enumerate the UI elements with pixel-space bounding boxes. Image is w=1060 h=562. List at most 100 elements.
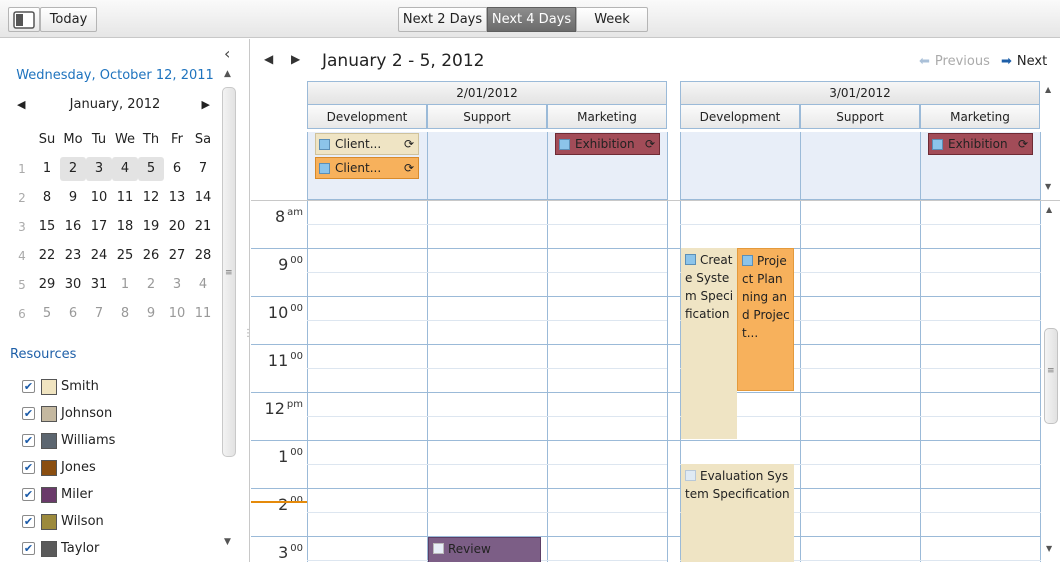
calendar-day[interactable]: 12 (138, 186, 164, 210)
scroll-down-icon[interactable]: ▼ (1045, 182, 1051, 191)
all-day-cell[interactable] (427, 132, 547, 200)
hour-line (251, 248, 1041, 249)
all-day-event[interactable]: Client... ⟳ (315, 157, 419, 179)
calendar-day[interactable]: 22 (34, 244, 60, 268)
calendar-day[interactable]: 6 (60, 302, 86, 326)
next-range-icon[interactable]: ▶ (291, 52, 300, 66)
weekday-header: Su (38, 132, 56, 147)
grid-scrollbar[interactable]: ▲ ≡ ▼ (1042, 201, 1060, 562)
resource-item[interactable]: ✔ Williams (22, 427, 115, 454)
hour-suffix: 00 (290, 543, 303, 554)
scroll-up-icon[interactable]: ▲ (1045, 85, 1051, 94)
resource-name: Smith (61, 379, 99, 394)
calendar-day[interactable]: 5 (138, 156, 164, 181)
mini-calendar-nav: ◀ January, 2012 ▶ (14, 97, 216, 115)
calendar-day[interactable]: 27 (164, 244, 190, 268)
calendar-day[interactable]: 11 (112, 186, 138, 210)
calendar-day[interactable]: 4 (112, 156, 138, 181)
calendar-day[interactable]: 29 (34, 273, 60, 297)
resource-checkbox[interactable]: ✔ (22, 407, 35, 420)
event-project-planning[interactable]: Project Planning and Project... (737, 248, 794, 391)
chevron-left-icon[interactable]: ‹ (224, 44, 230, 63)
week-number: 2 (18, 190, 26, 205)
grid-column-line (547, 201, 548, 562)
resource-checkbox[interactable]: ✔ (22, 380, 35, 393)
all-day-event[interactable]: Client... ⟳ (315, 133, 419, 155)
view-week-button[interactable]: Week (576, 7, 648, 32)
resource-item[interactable]: ✔ Wilson (22, 508, 115, 535)
calendar-day[interactable]: 18 (112, 215, 138, 239)
calendar-day[interactable]: 2 (60, 156, 86, 181)
calendar-day[interactable]: 11 (190, 302, 216, 326)
calendar-day[interactable]: 25 (112, 244, 138, 268)
resource-item[interactable]: ✔ Johnson (22, 400, 115, 427)
event-review[interactable]: Review (428, 537, 541, 562)
prev-range-icon[interactable]: ◀ (264, 52, 273, 66)
calendar-day[interactable]: 14 (190, 186, 216, 210)
calendar-day[interactable]: 1 (34, 157, 60, 181)
calendar-day[interactable]: 8 (34, 186, 60, 210)
all-day-event[interactable]: Exhibition ⟳ (555, 133, 660, 155)
calendar-day[interactable]: 16 (60, 215, 86, 239)
calendar-day[interactable]: 9 (60, 186, 86, 210)
resource-item[interactable]: ✔ Miler (22, 481, 115, 508)
resource-checkbox[interactable]: ✔ (22, 542, 35, 555)
splitter-handle[interactable]: ⋮ (243, 328, 253, 339)
next-link[interactable]: ➡ Next (1001, 54, 1047, 69)
calendar-day[interactable]: 21 (190, 215, 216, 239)
view-next-2-days-button[interactable]: Next 2 Days (398, 7, 487, 32)
calendar-day[interactable]: 20 (164, 215, 190, 239)
scroll-thumb[interactable] (1044, 328, 1058, 424)
calendar-day[interactable]: 15 (34, 215, 60, 239)
all-day-cell[interactable] (680, 132, 800, 200)
calendar-day[interactable]: 6 (164, 157, 190, 181)
mini-next-month-icon[interactable]: ▶ (202, 98, 210, 111)
calendar-day[interactable]: 13 (164, 186, 190, 210)
event-create-system-spec[interactable]: Create System Specification (681, 248, 737, 439)
today-button[interactable]: Today (40, 7, 97, 32)
scroll-down-icon[interactable]: ▼ (224, 537, 231, 547)
calendar-day[interactable]: 24 (86, 244, 112, 268)
resource-checkbox[interactable]: ✔ (22, 434, 35, 447)
calendar-day[interactable]: 3 (86, 156, 112, 181)
calendar-day[interactable]: 7 (190, 157, 216, 181)
half-hour-line (307, 368, 667, 369)
calendar-day[interactable]: 9 (138, 302, 164, 326)
calendar-day[interactable]: 2 (138, 273, 164, 297)
calendar-day[interactable]: 4 (190, 273, 216, 297)
calendar-day[interactable]: 17 (86, 215, 112, 239)
resource-checkbox[interactable]: ✔ (22, 488, 35, 501)
calendar-day[interactable]: 10 (164, 302, 190, 326)
today-date-link[interactable]: Wednesday, October 12, 2011 (14, 68, 216, 83)
scroll-down-icon[interactable]: ▼ (1046, 544, 1052, 553)
calendar-day[interactable]: 7 (86, 302, 112, 326)
calendar-day[interactable]: 3 (164, 273, 190, 297)
hour-label: 200 (251, 495, 303, 514)
calendar-day[interactable]: 28 (190, 244, 216, 268)
all-day-cell[interactable] (800, 132, 920, 200)
toggle-sidebar-button[interactable] (8, 7, 40, 32)
calendar-day[interactable]: 1 (112, 273, 138, 297)
scroll-up-icon[interactable]: ▲ (1046, 205, 1052, 214)
calendar-day[interactable]: 19 (138, 215, 164, 239)
scroll-up-icon[interactable]: ▲ (224, 69, 231, 79)
calendar-day[interactable]: 31 (86, 273, 112, 297)
calendar-day[interactable]: 10 (86, 186, 112, 210)
calendar-day[interactable]: 5 (34, 302, 60, 326)
calendar-day[interactable]: 26 (138, 244, 164, 268)
resource-item[interactable]: ✔ Jones (22, 454, 115, 481)
resource-item[interactable]: ✔ Smith (22, 373, 115, 400)
event-title: Review (448, 542, 491, 556)
event-evaluation-spec[interactable]: Evaluation System Specification (681, 464, 794, 562)
calendar-day[interactable]: 23 (60, 244, 86, 268)
calendar-day[interactable]: 30 (60, 273, 86, 297)
resource-item[interactable]: ✔ Taylor (22, 535, 115, 562)
previous-link[interactable]: ⬅ Previous (919, 54, 990, 69)
all-day-event[interactable]: Exhibition ⟳ (928, 133, 1033, 155)
view-next-4-days-button[interactable]: Next 4 Days (487, 7, 576, 32)
sidebar-scrollbar[interactable]: ▲ ≡ ▼ (220, 65, 238, 555)
resource-checkbox[interactable]: ✔ (22, 461, 35, 474)
resource-checkbox[interactable]: ✔ (22, 515, 35, 528)
time-grid[interactable]: 8am9001000110012pm100200300 Create Syste… (251, 200, 1060, 562)
calendar-day[interactable]: 8 (112, 302, 138, 326)
